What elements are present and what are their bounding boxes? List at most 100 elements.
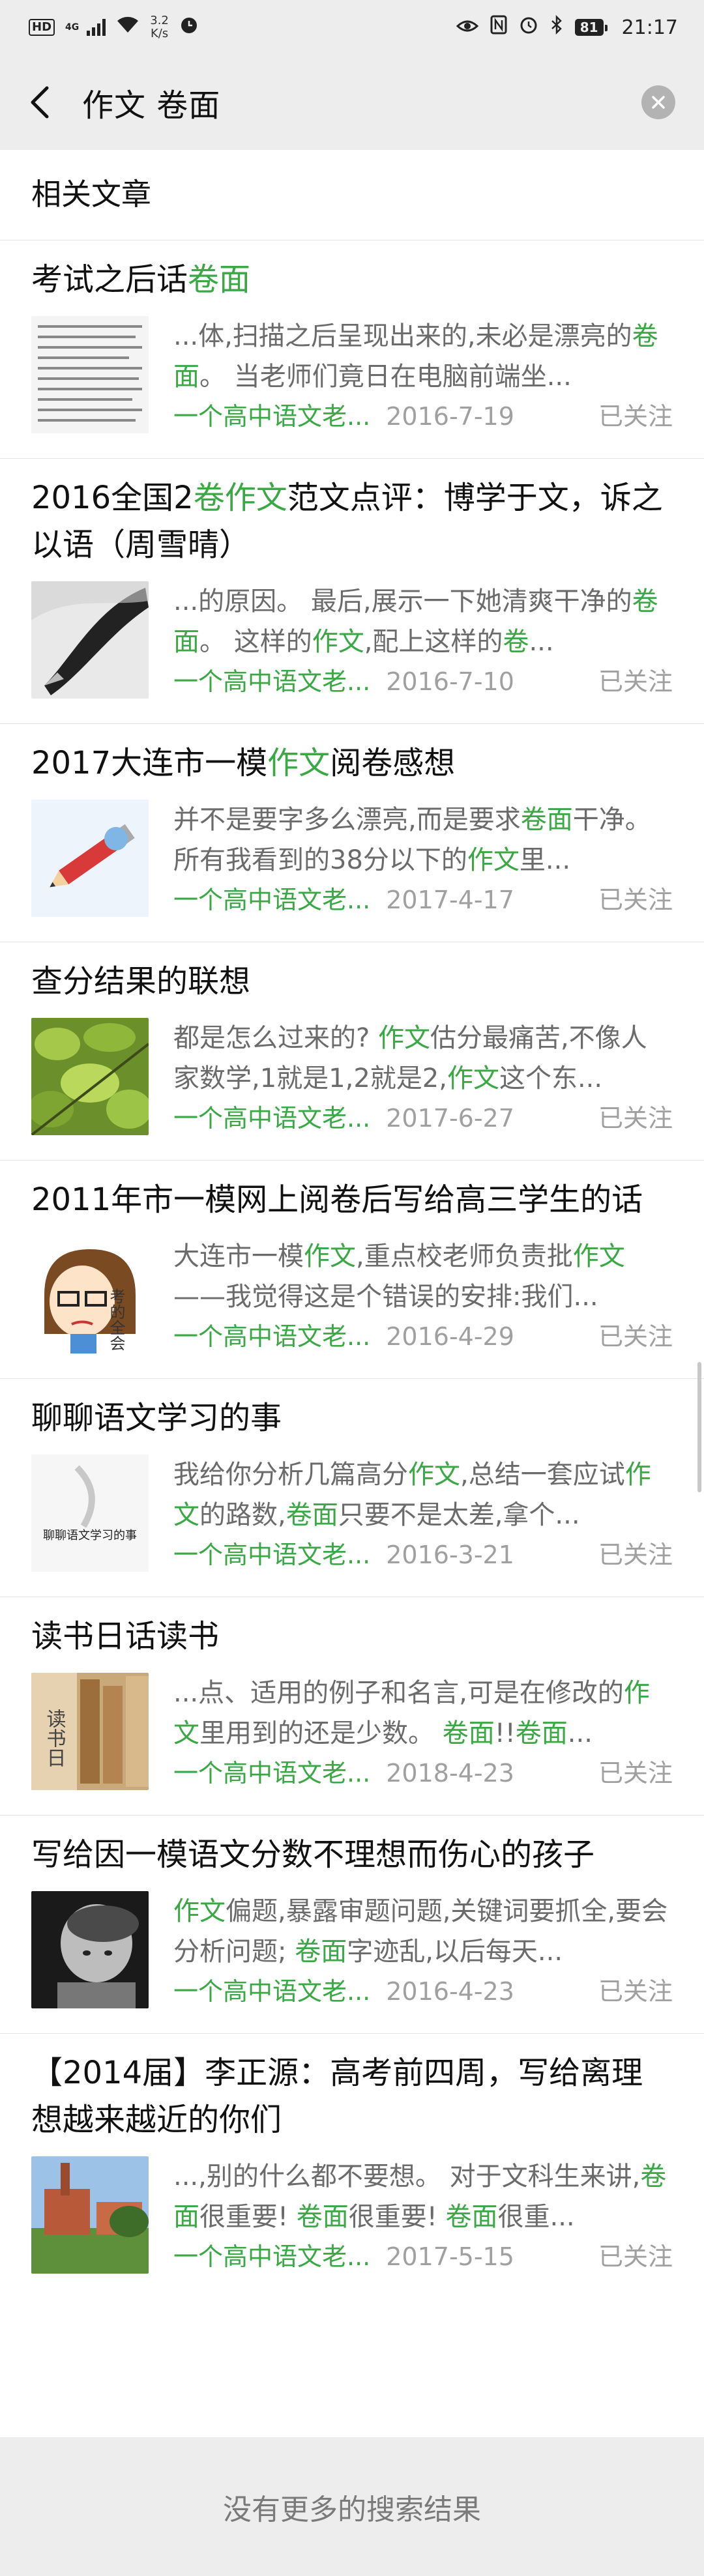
network-type: 4G: [65, 22, 80, 33]
clear-search-button[interactable]: [641, 85, 675, 119]
title-text: 【2014届】李正源：高考前四周，写给离理想越来越近的你们: [31, 2055, 643, 2138]
scanned-paper-thumbnail[interactable]: [31, 316, 149, 433]
result-title[interactable]: 聊聊语文学习的事: [31, 1379, 673, 1441]
result-title[interactable]: 【2014届】李正源：高考前四周，写给离理想越来越近的你们: [31, 2034, 673, 2143]
no-more-results: 没有更多的搜索结果: [0, 2437, 704, 2576]
account-name-link[interactable]: 一个高中语文老...: [173, 1318, 370, 1355]
title-text: 写给因一模语文分数不理想而伤心的孩子: [31, 1836, 595, 1873]
account-name-link[interactable]: 一个高中语文老...: [173, 1973, 370, 2010]
result-meta: 一个高中语文老... 2016-7-19 已关注: [173, 398, 673, 435]
search-query-input[interactable]: 作文 卷面: [82, 80, 220, 125]
result-meta: 一个高中语文老... 2017-5-15 已关注: [173, 2238, 673, 2275]
title-highlight: 作文: [224, 480, 287, 516]
signal-icon: [87, 19, 106, 36]
title-highlight: 作文: [267, 745, 330, 781]
result-snippet: ...,别的什么都不要想。 对于文科生来讲,卷面很重要! 卷面很重要! 卷面很重…: [173, 2156, 673, 2237]
snippet-highlight: 作文: [304, 1241, 356, 1271]
result-info: ...,别的什么都不要想。 对于文科生来讲,卷面很重要! 卷面很重要! 卷面很重…: [173, 2156, 673, 2275]
snippet-highlight: 作文: [447, 1064, 499, 1093]
account-name-link[interactable]: 一个高中语文老...: [173, 398, 370, 435]
result-info: 都是怎么过来的? 作文估分最痛苦,不像人家数学,1就是1,2就是2,作文这个东.…: [173, 1018, 673, 1136]
snippet-text: ...: [529, 627, 554, 657]
green-leaves-thumbnail[interactable]: [31, 1018, 149, 1135]
cartoon-girl-thumbnail[interactable]: 考的全会: [31, 1236, 149, 1353]
publish-date: 2018-4-23: [386, 1759, 514, 1787]
result-card[interactable]: 考试之后话卷面 ...体,扫描之后呈现出来的,未必是漂亮的卷面。 当老师们竟日在…: [0, 240, 704, 458]
result-card[interactable]: 查分结果的联想 都是怎么过来的? 作文估分最痛苦,不像人家数学,1就是1,2就是…: [0, 942, 704, 1160]
snippet-text: 很重要!: [348, 2202, 446, 2232]
account-name-link[interactable]: 一个高中语文老...: [173, 882, 370, 918]
account-name-link[interactable]: 一个高中语文老...: [173, 1537, 370, 1573]
snippet-text: 的路数,: [199, 1500, 286, 1530]
snippet-text: ,重点校老师负责批: [356, 1241, 573, 1271]
result-meta: 一个高中语文老... 2016-7-10 已关注: [173, 663, 673, 700]
title-text: 2016全国2: [31, 480, 194, 516]
status-left: HD 4G 3.2 K/s: [29, 14, 199, 40]
result-card[interactable]: 2017大连市一模作文阅卷感想 并不是要字多么漂亮,而是要求卷面干净。 所有我看…: [0, 723, 704, 942]
snippet-highlight: 卷面: [445, 2202, 498, 2232]
snippet-text: !!: [494, 1718, 516, 1748]
result-snippet: 都是怎么过来的? 作文估分最痛苦,不像人家数学,1就是1,2就是2,作文这个东.…: [173, 1018, 673, 1099]
account-name-link[interactable]: 一个高中语文老...: [173, 1755, 370, 1791]
speed-unit: K/s: [150, 27, 169, 40]
back-button[interactable]: [20, 76, 59, 128]
books-thumbnail[interactable]: 读书日: [31, 1673, 149, 1790]
snippet-highlight: 作文: [572, 1241, 625, 1271]
title-text: 聊聊语文学习的事: [31, 1400, 282, 1436]
account-name-link[interactable]: 一个高中语文老...: [173, 1100, 370, 1136]
result-title[interactable]: 2017大连市一模作文阅卷感想: [31, 724, 673, 787]
result-info: ...点、适用的例子和名言,可是在修改的作文里用到的还是少数。 卷面!!卷面..…: [173, 1673, 673, 1791]
search-results-page: HD 4G 3.2 K/s 81 21:17 作文 卷面 相关文章 考试之后话卷…: [0, 0, 704, 2576]
snippet-text: 这个东...: [499, 1064, 603, 1093]
wifi-icon: [116, 16, 139, 39]
snippet-highlight: 作文: [467, 845, 520, 875]
follow-status: 已关注: [598, 1541, 673, 1569]
result-card[interactable]: 写给因一模语文分数不理想而伤心的孩子 作文偏题,暴露审题问题,关键词要抓全,要会…: [0, 1815, 704, 2033]
result-title[interactable]: 2011年市一模网上阅卷后写给高三学生的话: [31, 1161, 673, 1223]
follow-status: 已关注: [598, 1759, 673, 1787]
result-meta: 一个高中语文老... 2016-4-29 已关注: [173, 1318, 673, 1355]
result-title[interactable]: 考试之后话卷面: [31, 240, 673, 303]
thumb-text: 考的全会: [107, 1288, 125, 1351]
result-card[interactable]: 聊聊语文学习的事 聊聊语文学习的事 我给你分析几篇高分作文,总结一套应试作文的路…: [0, 1378, 704, 1597]
follow-status: 已关注: [598, 667, 673, 696]
result-body: 作文偏题,暴露审题问题,关键词要抓全,要会分析问题; 卷面字迹乱,以后每天...…: [31, 1891, 673, 2033]
result-card[interactable]: 2011年市一模网上阅卷后写给高三学生的话 考的全会 大连市一模作文,重点校老师…: [0, 1160, 704, 1378]
result-snippet: ...体,扫描之后呈现出来的,未必是漂亮的卷面。 当老师们竟日在电脑前端坐...: [173, 316, 673, 397]
title-text: 阅卷感想: [330, 745, 456, 781]
account-name-link[interactable]: 一个高中语文老...: [173, 663, 370, 700]
snippet-text: 大连市一模: [173, 1241, 304, 1271]
snippet-highlight: 卷面: [295, 1937, 347, 1967]
snippet-text: 并不是要字多么漂亮,而是要求: [173, 805, 521, 835]
snippet-highlight: 卷面: [442, 1718, 495, 1748]
result-meta: 一个高中语文老... 2017-4-17 已关注: [173, 882, 673, 918]
fountain-pen-thumbnail[interactable]: [31, 581, 149, 699]
result-card[interactable]: 【2014届】李正源：高考前四周，写给离理想越来越近的你们 ...,别的什么都不…: [0, 2033, 704, 2298]
result-snippet: ...的原因。 最后,展示一下她清爽干净的卷面。 这样的作文,配上这样的卷...: [173, 581, 673, 662]
title-text: 考试之后话: [31, 261, 188, 298]
result-body: ...体,扫描之后呈现出来的,未必是漂亮的卷面。 当老师们竟日在电脑前端坐...…: [31, 316, 673, 458]
result-card[interactable]: 读书日话读书 读书日 ...点、适用的例子和名言,可是在修改的作文里用到的还是少…: [0, 1597, 704, 1815]
follow-status: 已关注: [598, 1322, 673, 1351]
snippet-text: ,配上这样的: [364, 627, 503, 657]
result-title[interactable]: 写给因一模语文分数不理想而伤心的孩子: [31, 1816, 673, 1878]
sad-child-thumbnail[interactable]: [31, 1891, 149, 2008]
result-card[interactable]: 2016全国2卷作文范文点评：博学于文，诉之以语（周雪晴） ...的原因。 最后…: [0, 458, 704, 723]
scrollbar[interactable]: [697, 1362, 701, 1492]
account-name-link[interactable]: 一个高中语文老...: [173, 2238, 370, 2275]
publish-date: 2017-5-15: [386, 2242, 514, 2271]
snippet-highlight: 卷: [503, 627, 529, 657]
title-highlight: 卷: [193, 480, 225, 516]
result-title[interactable]: 2016全国2卷作文范文点评：博学于文，诉之以语（周雪晴）: [31, 459, 673, 568]
calligraphy-cover-thumbnail[interactable]: 聊聊语文学习的事: [31, 1454, 149, 1572]
publish-date: 2016-3-21: [386, 1541, 514, 1569]
result-snippet: 大连市一模作文,重点校老师负责批作文——我觉得这是个错误的安排:我们...: [173, 1236, 673, 1317]
pencil-cartoon-thumbnail[interactable]: [31, 800, 149, 917]
section-title: 相关文章: [31, 177, 151, 212]
title-text: 查分结果的联想: [31, 963, 251, 1000]
result-body: ...,别的什么都不要想。 对于文科生来讲,卷面很重要! 卷面很重要! 卷面很重…: [31, 2156, 673, 2298]
result-title[interactable]: 读书日话读书: [31, 1597, 673, 1660]
campus-building-thumbnail[interactable]: [31, 2156, 149, 2274]
result-title[interactable]: 查分结果的联想: [31, 942, 673, 1005]
snippet-highlight: 作文: [408, 1460, 460, 1490]
